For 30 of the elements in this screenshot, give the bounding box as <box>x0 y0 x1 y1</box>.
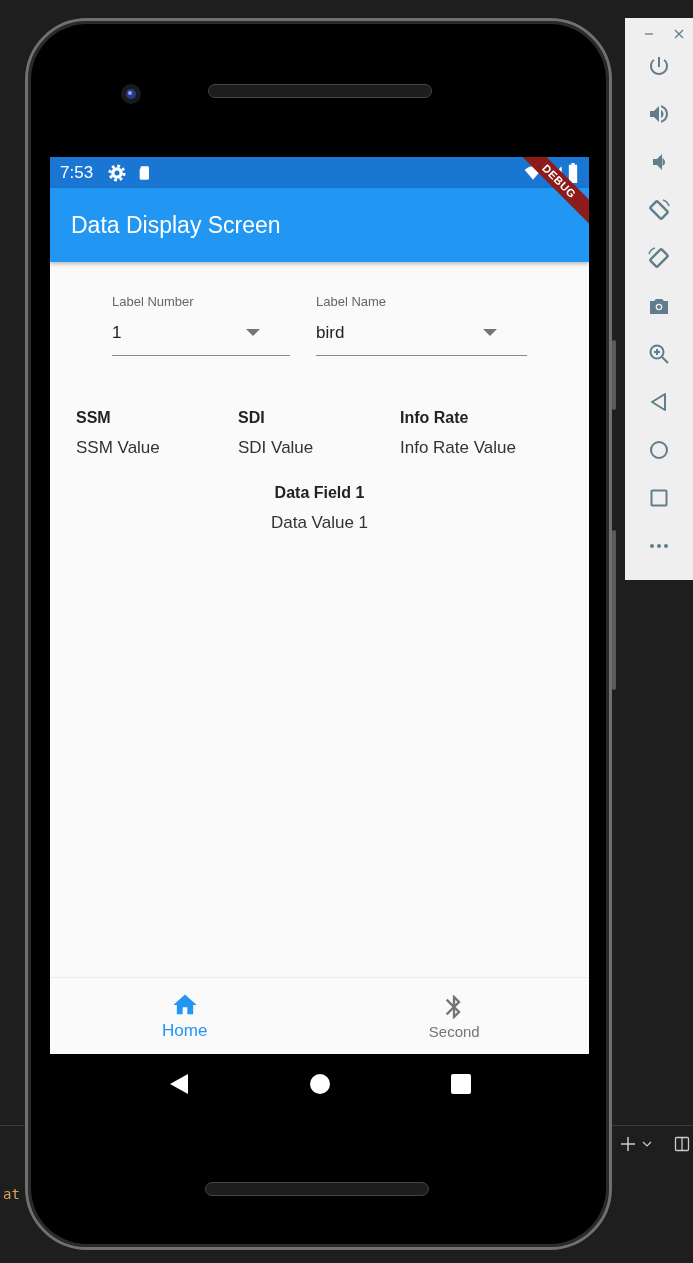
dropdown-field[interactable]: Label Number 1 <box>112 294 290 356</box>
stat-heading: SDI <box>238 409 266 427</box>
split-editor-icon[interactable] <box>674 1136 690 1152</box>
nav-tab[interactable]: Second <box>319 978 589 1054</box>
zoom-in-icon[interactable] <box>647 342 671 366</box>
gear-icon <box>107 162 128 183</box>
screen-title: Data Display Screen <box>71 211 281 239</box>
field-heading: Data Field 1 <box>274 484 365 502</box>
stat-value: Info Rate Value <box>400 438 517 458</box>
rotate-right-icon[interactable] <box>647 246 671 270</box>
stat-heading: Info Rate <box>400 409 470 427</box>
close-icon[interactable] <box>673 28 685 40</box>
volume-up-icon[interactable] <box>647 102 671 126</box>
home-button[interactable] <box>308 1073 331 1095</box>
plus-icon[interactable] <box>620 1136 636 1152</box>
stat-value: SDI Value <box>238 438 315 458</box>
rotate-left-icon[interactable] <box>647 198 671 222</box>
caret-down-icon <box>483 329 497 337</box>
chevron-down-icon[interactable] <box>642 1140 652 1148</box>
code-text: at <box>3 1186 20 1202</box>
caret-down-icon <box>246 329 260 337</box>
dropdown-field[interactable]: Label Name bird <box>316 294 527 356</box>
recents-button[interactable] <box>449 1073 472 1095</box>
camera-lens-icon <box>120 83 142 105</box>
stat-value: SSM Value <box>76 438 161 458</box>
stat-heading: SSM <box>76 409 112 427</box>
circle-icon[interactable] <box>647 438 671 462</box>
field-value: Data Value 1 <box>271 513 368 533</box>
power-icon[interactable] <box>647 54 671 78</box>
status-time: 7:53 <box>60 162 94 183</box>
